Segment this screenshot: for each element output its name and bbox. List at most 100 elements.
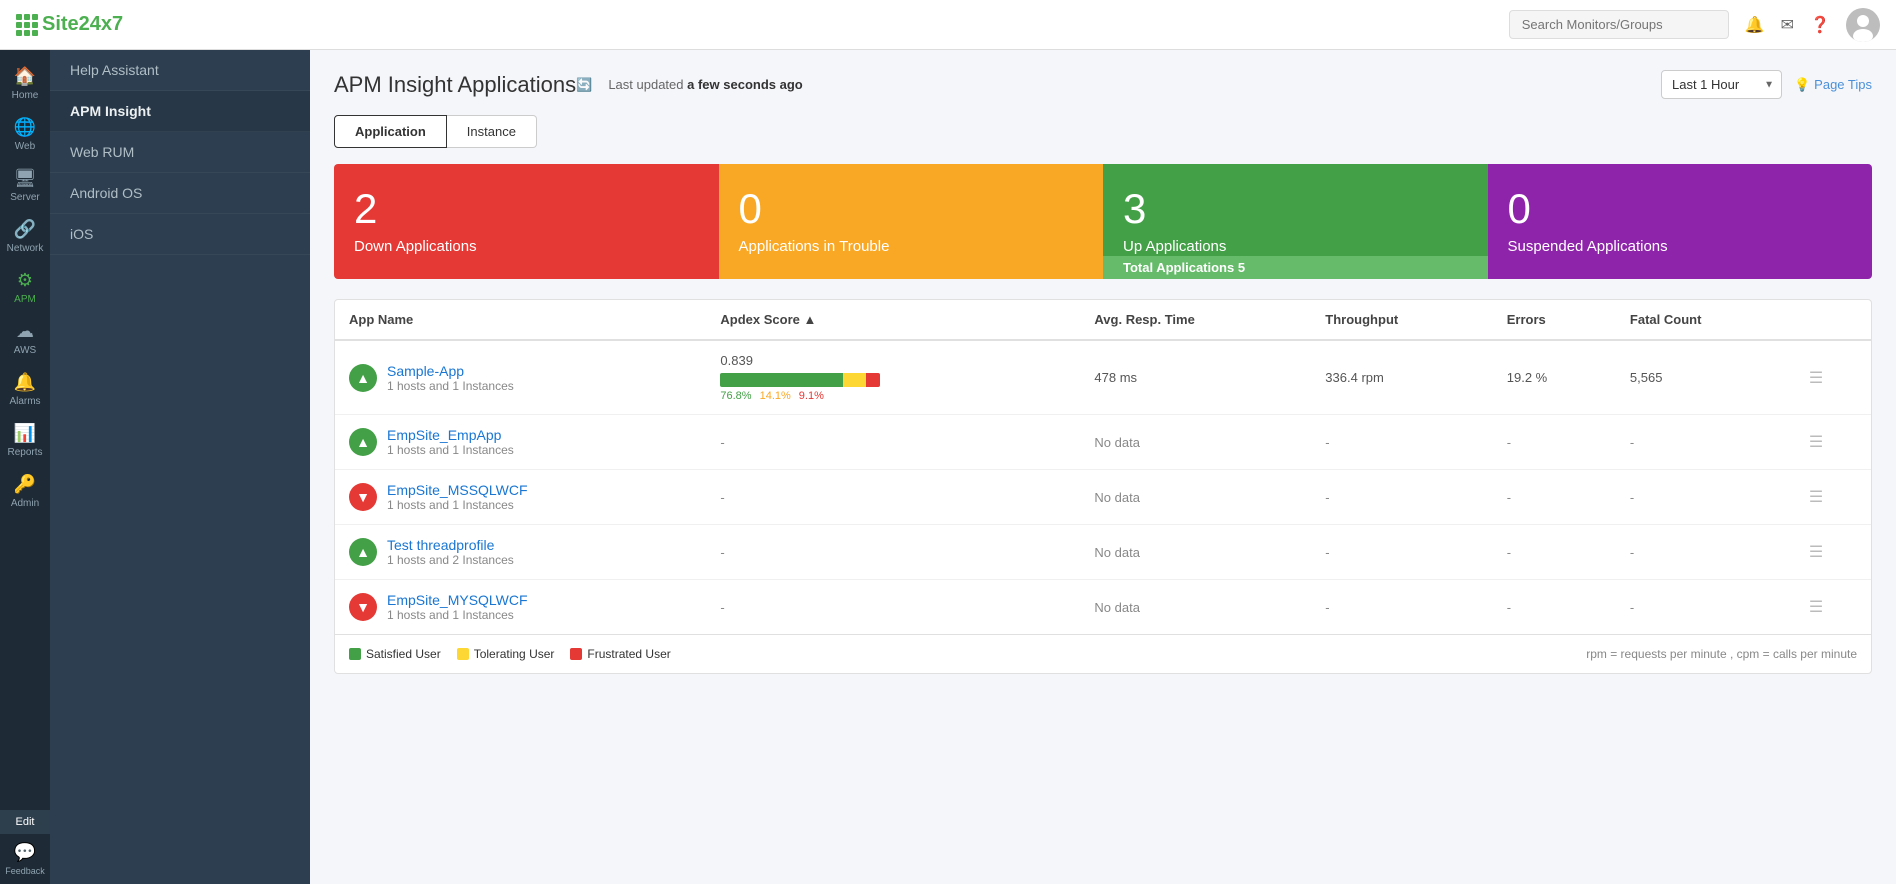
nav-label-admin: Admin [11, 498, 39, 509]
apdex-score-value: 0.839 [720, 353, 1066, 368]
edit-button[interactable]: Edit [0, 810, 50, 834]
status-up-icon: ▲ [349, 364, 377, 392]
status-up-icon: ▲ [349, 428, 377, 456]
legend-satisfied-label: Satisfied User [366, 647, 441, 661]
web-icon: 🌐 [14, 117, 36, 138]
grid-icon [16, 14, 38, 36]
nav-item-admin[interactable]: 🔑 Admin [0, 466, 50, 517]
menu-threadprofile[interactable]: ☰ [1795, 525, 1871, 580]
nav-item-apm[interactable]: ⚙ APM [0, 262, 50, 313]
nav-item-home[interactable]: 🏠 Home [0, 58, 50, 109]
apdex-red-pct: 9.1% [799, 390, 824, 402]
col-header-apdex-score[interactable]: Apdex Score ▲ [706, 300, 1080, 340]
apdex-score-mssqlwcf: - [706, 470, 1080, 525]
sidebar-item-android-os[interactable]: Android OS [50, 173, 310, 214]
sidebar-label-android: Android OS [70, 185, 142, 201]
app-link-empsite-empapp[interactable]: EmpSite_EmpApp [387, 427, 514, 443]
nav-item-server[interactable]: 🖥 Server [0, 160, 50, 211]
nav-label-web: Web [15, 141, 35, 152]
card-trouble-applications[interactable]: 0 Applications in Trouble [719, 164, 1104, 279]
status-down-icon: ▼ [349, 483, 377, 511]
sidebar-label-apm: APM Insight [70, 103, 151, 119]
messages-button[interactable]: ✉ [1781, 15, 1794, 35]
suspended-label: Suspended Applications [1508, 238, 1853, 255]
nav-item-web[interactable]: 🌐 Web [0, 109, 50, 160]
app-name-cell: ▼ EmpSite_MYSQLWCF 1 hosts and 1 Instanc… [335, 580, 706, 635]
col-header-throughput: Throughput [1311, 300, 1492, 340]
reports-icon: 📊 [14, 423, 36, 444]
nav-label-apm: APM [14, 294, 36, 305]
menu-empsite-empapp[interactable]: ☰ [1795, 415, 1871, 470]
menu-sample-app[interactable]: ☰ [1795, 340, 1871, 415]
avg-resp-threadprofile: No data [1080, 525, 1311, 580]
app-hosts-mssqlwcf: 1 hosts and 1 Instances [387, 498, 528, 512]
app-link-mssqlwcf[interactable]: EmpSite_MSSQLWCF [387, 482, 528, 498]
search-input[interactable] [1509, 10, 1729, 39]
icon-nav-bottom: Edit 💬 Feedback [0, 810, 50, 884]
edit-label: Edit [16, 816, 35, 828]
menu-mssqlwcf[interactable]: ☰ [1795, 470, 1871, 525]
app-name-cell: ▲ Sample-App 1 hosts and 1 Instances [335, 340, 706, 415]
server-icon: 🖥 [14, 168, 37, 189]
app-link-sample-app[interactable]: Sample-App [387, 363, 514, 379]
sidebar-item-apm-insight[interactable]: APM Insight [50, 91, 310, 132]
apdex-green-pct: 76.8% [720, 390, 751, 402]
legend-dot-green [349, 648, 361, 660]
refresh-icon[interactable]: 🔄 [576, 77, 592, 93]
feedback-button[interactable]: 💬 Feedback [0, 834, 50, 884]
legend-satisfied: Satisfied User [349, 647, 441, 661]
app-table: App Name Apdex Score ▲ Avg. Resp. Time T… [334, 299, 1872, 674]
nav-label-aws: AWS [14, 345, 36, 356]
page-tips-button[interactable]: 💡 Page Tips [1794, 77, 1872, 93]
sidebar-item-web-rum[interactable]: Web RUM [50, 132, 310, 173]
fatal-empsite-empapp: - [1616, 415, 1795, 470]
avg-resp-time-sample-app: 478 ms [1080, 340, 1311, 415]
app-name-cell: ▲ EmpSite_EmpApp 1 hosts and 1 Instances [335, 415, 706, 470]
fatal-mssqlwcf: - [1616, 470, 1795, 525]
notifications-button[interactable]: 🔔 [1745, 15, 1765, 35]
col-header-avg-resp-time: Avg. Resp. Time [1080, 300, 1311, 340]
app-hosts-empsite-empapp: 1 hosts and 1 Instances [387, 443, 514, 457]
table-row: ▼ EmpSite_MSSQLWCF 1 hosts and 1 Instanc… [335, 470, 1871, 525]
apdex-score-empsite-empapp: - [706, 415, 1080, 470]
sidebar-item-help-assistant[interactable]: Help Assistant [50, 50, 310, 91]
nav-label-home: Home [12, 90, 39, 101]
topbar: Site24x7 🔔 ✉ ❓ [0, 0, 1896, 50]
card-suspended-applications[interactable]: 0 Suspended Applications [1488, 164, 1873, 279]
nav-item-reports[interactable]: 📊 Reports [0, 415, 50, 466]
throughput-empsite-empapp: - [1311, 415, 1492, 470]
time-filter-select[interactable]: Last 1 Hour Last 6 Hours Last 24 Hours L… [1661, 70, 1782, 99]
app-link-mysqlwcf[interactable]: EmpSite_MYSQLWCF [387, 592, 528, 608]
menu-mysqlwcf[interactable]: ☰ [1795, 580, 1871, 635]
tab-instance[interactable]: Instance [447, 115, 537, 148]
site-logo[interactable]: Site24x7 [16, 13, 123, 36]
layout: 🏠 Home 🌐 Web 🖥 Server 🔗 Network ⚙ APM ☁ … [0, 50, 1896, 884]
card-up-applications[interactable]: 3 Up Applications Total Applications 5 [1103, 164, 1488, 279]
down-count: 2 [354, 188, 699, 230]
tab-application[interactable]: Application [334, 115, 447, 148]
col-header-actions [1795, 300, 1871, 340]
app-hosts-threadprofile: 1 hosts and 2 Instances [387, 553, 514, 567]
help-button[interactable]: ❓ [1810, 15, 1830, 35]
col-header-fatal-count: Fatal Count [1616, 300, 1795, 340]
admin-icon: 🔑 [14, 474, 36, 495]
avatar[interactable] [1846, 8, 1880, 42]
sidebar-item-ios[interactable]: iOS [50, 214, 310, 255]
table-row: ▲ Test threadprofile 1 hosts and 2 Insta… [335, 525, 1871, 580]
up-count: 3 [1123, 188, 1468, 230]
nav-item-alarms[interactable]: 🔔 Alarms [0, 364, 50, 415]
app-link-threadprofile[interactable]: Test threadprofile [387, 537, 514, 553]
throughput-mssqlwcf: - [1311, 470, 1492, 525]
throughput-threadprofile: - [1311, 525, 1492, 580]
avg-resp-mssqlwcf: No data [1080, 470, 1311, 525]
network-icon: 🔗 [14, 219, 36, 240]
card-down-applications[interactable]: 2 Down Applications [334, 164, 719, 279]
nav-item-aws[interactable]: ☁ AWS [0, 313, 50, 364]
topbar-icons: 🔔 ✉ ❓ [1745, 8, 1880, 42]
nav-item-network[interactable]: 🔗 Network [0, 211, 50, 262]
avg-resp-mysqlwcf: No data [1080, 580, 1311, 635]
down-label: Down Applications [354, 238, 699, 255]
app-hosts-mysqlwcf: 1 hosts and 1 Instances [387, 608, 528, 622]
lightbulb-icon: 💡 [1794, 77, 1810, 93]
apdex-yellow-pct: 14.1% [760, 390, 791, 402]
